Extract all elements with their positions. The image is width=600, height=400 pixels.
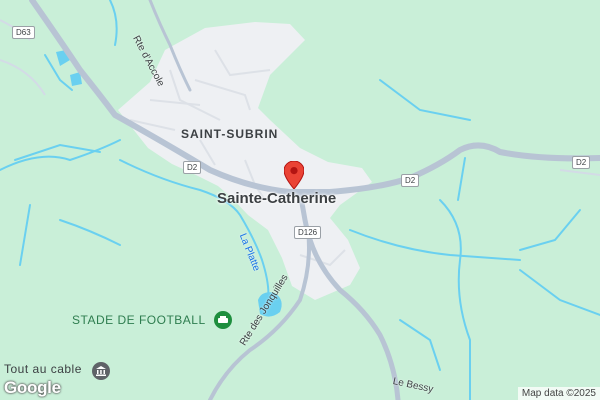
town-label[interactable]: Sainte-Catherine: [217, 190, 336, 207]
google-logo[interactable]: Google: [4, 378, 61, 398]
location-pin-icon[interactable]: [283, 160, 305, 190]
road-shield-d2-center: D2: [401, 174, 420, 187]
road-shield-d2-east: D2: [572, 156, 591, 169]
poi-label-stadium[interactable]: STADE DE FOOTBALL: [72, 313, 206, 327]
stadium-icon[interactable]: [214, 311, 232, 329]
poi-label-cable[interactable]: Tout au cable: [4, 362, 82, 376]
map-canvas[interactable]: D63 D2 D2 D2 D126 Rte d'Accole Rte des J…: [0, 0, 600, 400]
landmark-icon[interactable]: [92, 362, 110, 380]
road-shield-d63: D63: [12, 26, 35, 39]
road-shield-d126: D126: [294, 226, 322, 239]
road-shield-d2-west: D2: [183, 161, 202, 174]
district-label: SAINT-SUBRIN: [181, 127, 279, 141]
map-attribution[interactable]: Map data ©2025: [517, 387, 600, 400]
